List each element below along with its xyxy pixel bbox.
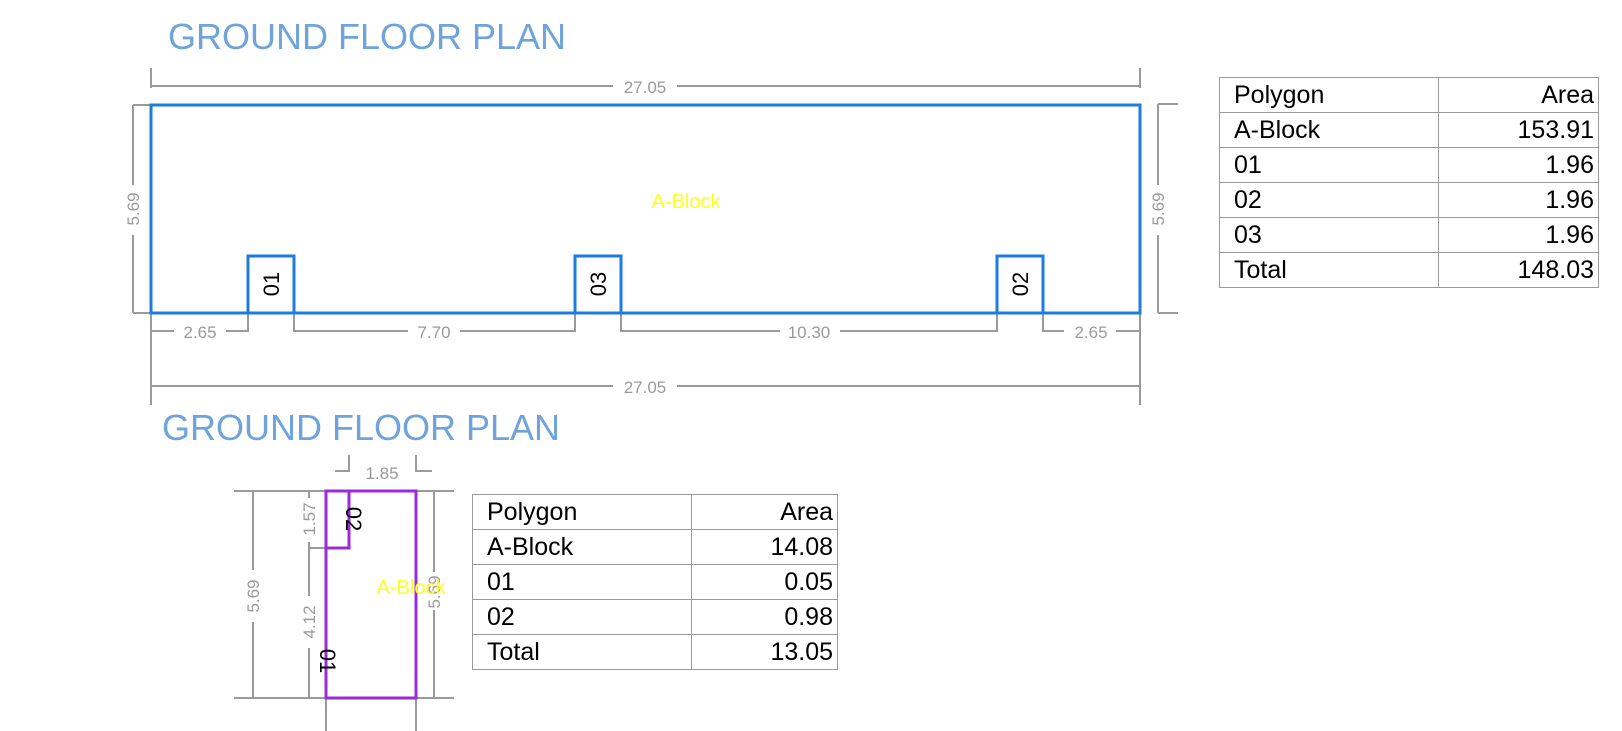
plan1-dimension-labels: 27.05 5.69 5.69 2.65 7.70 10.30 2.65 27.… bbox=[124, 78, 1168, 397]
plan2-labels: A-Block 02 01 bbox=[315, 507, 446, 673]
area-table-plan2: Polygon Area A-Block 14.08 01 0.05 02 0.… bbox=[472, 494, 838, 670]
plan1-room-label-01: 01 bbox=[259, 272, 284, 296]
plan1-block-label: A-Block bbox=[652, 191, 722, 213]
plan1-dimension-lines bbox=[132, 68, 1178, 405]
table-cell-area: 13.05 bbox=[691, 634, 838, 670]
table-header-row: Polygon Area bbox=[472, 494, 838, 530]
table-cell-area: 1.96 bbox=[1438, 217, 1599, 253]
table-row: 02 0.98 bbox=[472, 599, 838, 635]
plan1-room-label-03: 03 bbox=[586, 272, 611, 296]
table-cell-area: 14.08 bbox=[691, 529, 838, 565]
area-table-plan1: Polygon Area A-Block 153.91 01 1.96 02 1… bbox=[1219, 77, 1599, 288]
plan2-room-label-02: 02 bbox=[341, 507, 366, 531]
table-cell-area: 1.96 bbox=[1438, 182, 1599, 218]
plan1-labels: A-Block 01 03 02 bbox=[259, 191, 1033, 296]
table-cell-polygon: A-Block bbox=[1219, 112, 1439, 148]
table-cell-area: 148.03 bbox=[1438, 252, 1599, 288]
table-cell-polygon: Total bbox=[1219, 252, 1439, 288]
table-row-total: Total 148.03 bbox=[1219, 252, 1599, 288]
table-header-polygon: Polygon bbox=[1219, 77, 1439, 113]
table-cell-area: 1.96 bbox=[1438, 147, 1599, 183]
plan1-room-label-02: 02 bbox=[1008, 272, 1033, 296]
table-row: 01 0.05 bbox=[472, 564, 838, 600]
plan2-dim-left-lower: 4.12 bbox=[300, 605, 319, 638]
table-cell-polygon: A-Block bbox=[472, 529, 692, 565]
table-header-area: Area bbox=[691, 494, 838, 530]
plan1-dim-seg-3: 10.30 bbox=[788, 323, 831, 342]
plan2-dim-left-upper: 1.57 bbox=[300, 502, 319, 535]
table-cell-polygon: 02 bbox=[1219, 182, 1439, 218]
plan1-dim-left: 5.69 bbox=[124, 192, 143, 225]
plan1-a-block-outline bbox=[149, 103, 1142, 315]
table-cell-area: 0.05 bbox=[691, 564, 838, 600]
plan1-dim-right: 5.69 bbox=[1149, 192, 1168, 225]
table-header-row: Polygon Area bbox=[1219, 77, 1599, 113]
plan2-room-label-01: 01 bbox=[315, 649, 340, 673]
plan1-outline bbox=[149, 103, 1142, 315]
table-cell-polygon: 01 bbox=[1219, 147, 1439, 183]
table-cell-area: 0.98 bbox=[691, 599, 838, 635]
plan1-dim-top: 27.05 bbox=[624, 78, 667, 97]
plan1-dim-seg-2: 7.70 bbox=[417, 323, 450, 342]
plan1-dim-bottom-total: 27.05 bbox=[624, 378, 667, 397]
plan2-block-label: A-Block bbox=[377, 577, 447, 599]
plan2-dim-left-outer: 5.69 bbox=[244, 579, 263, 612]
plan2-dim-top: 1.85 bbox=[365, 464, 398, 483]
plan1-dim-seg-4: 2.65 bbox=[1074, 323, 1107, 342]
table-cell-polygon: 02 bbox=[472, 599, 692, 635]
table-row-total: Total 13.05 bbox=[472, 634, 838, 670]
table-row: 01 1.96 bbox=[1219, 147, 1599, 183]
table-row: 02 1.96 bbox=[1219, 182, 1599, 218]
table-row: A-Block 14.08 bbox=[472, 529, 838, 565]
table-cell-polygon: Total bbox=[472, 634, 692, 670]
table-cell-polygon: 03 bbox=[1219, 217, 1439, 253]
plan1-dim-seg-1: 2.65 bbox=[183, 323, 216, 342]
table-header-polygon: Polygon bbox=[472, 494, 692, 530]
table-cell-polygon: 01 bbox=[472, 564, 692, 600]
table-row: A-Block 153.91 bbox=[1219, 112, 1599, 148]
table-row: 03 1.96 bbox=[1219, 217, 1599, 253]
table-header-area: Area bbox=[1438, 77, 1599, 113]
table-cell-area: 153.91 bbox=[1438, 112, 1599, 148]
